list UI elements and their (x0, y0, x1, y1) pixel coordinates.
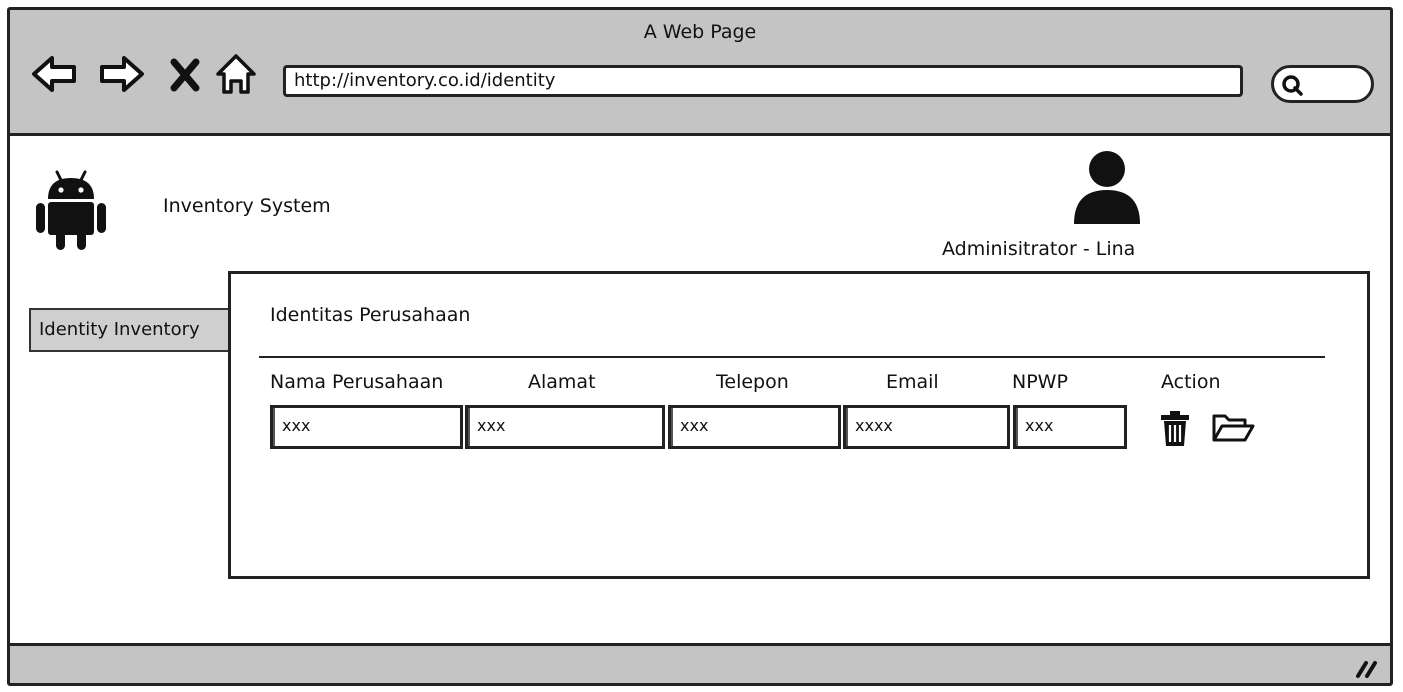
search-input[interactable] (1271, 65, 1374, 103)
forward-arrow-icon[interactable] (98, 50, 146, 98)
sidebar-item-identity-inventory[interactable]: Identity Inventory (29, 308, 241, 352)
back-arrow-icon[interactable] (30, 50, 78, 98)
folder-open-icon[interactable] (1211, 410, 1257, 450)
url-bar[interactable]: http://inventory.co.id/identity (283, 65, 1243, 97)
search-icon (1282, 75, 1303, 96)
divider (259, 356, 1325, 358)
alamat-field[interactable]: xxx (465, 405, 665, 449)
status-bar (10, 643, 1390, 683)
android-icon (34, 166, 108, 258)
email-field[interactable]: xxxx (843, 405, 1010, 449)
user-label: Adminisitrator - Lina (942, 238, 1136, 260)
column-header-nama: Nama Perusahaan (270, 371, 444, 393)
resize-grip-icon[interactable] (1354, 657, 1380, 679)
npwp-field[interactable]: xxx (1013, 405, 1127, 449)
trash-icon[interactable] (1159, 410, 1191, 452)
column-header-email: Email (886, 371, 939, 393)
identity-panel: Identitas Perusahaan Nama Perusahaan Ala… (228, 271, 1370, 579)
close-icon[interactable] (168, 50, 204, 98)
user-icon[interactable] (1072, 150, 1142, 230)
panel-title: Identitas Perusahaan (270, 304, 471, 326)
home-icon[interactable] (214, 50, 258, 98)
column-header-alamat: Alamat (528, 371, 596, 393)
window-title: A Web Page (643, 21, 757, 43)
browser-toolbar: A Web Page http://inventory.co.id/identi… (10, 10, 1390, 136)
nama-field[interactable]: xxx (270, 405, 463, 449)
app-title: Inventory System (163, 195, 331, 217)
column-header-npwp: NPWP (1012, 371, 1068, 393)
column-header-action: Action (1161, 371, 1221, 393)
telepon-field[interactable]: xxx (668, 405, 841, 449)
browser-window: A Web Page http://inventory.co.id/identi… (7, 7, 1393, 686)
column-header-telepon: Telepon (716, 371, 789, 393)
